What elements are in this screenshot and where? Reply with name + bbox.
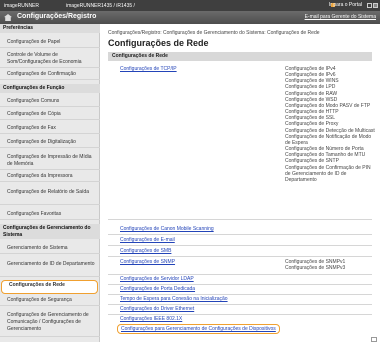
brand-label: imageRUNNER bbox=[4, 3, 40, 9]
snmp-subitems: Configurações de SNMPv1 Configurações de… bbox=[285, 259, 375, 271]
page-header-title: Configurações/Registro bbox=[17, 13, 97, 20]
divider bbox=[108, 304, 372, 305]
divider bbox=[108, 274, 372, 275]
model-label: imageRUNNER1435 / iR1435 / bbox=[66, 3, 135, 9]
sidebar-item[interactable]: Gerenciamento de ID de Departamento bbox=[0, 260, 100, 277]
divider bbox=[108, 256, 372, 257]
divider bbox=[108, 245, 372, 246]
sidebar-item[interactable]: Configurações de Confirmação bbox=[0, 70, 100, 80]
snmp-subitem: Configurações de SNMPv3 bbox=[285, 265, 346, 272]
logout-icon[interactable] bbox=[373, 3, 378, 8]
sidebar-section-heading: Preferências bbox=[0, 24, 100, 33]
ldap-server-link[interactable]: Configurações de Servidor LDAP bbox=[120, 276, 194, 282]
sidebar-item[interactable]: Configurações de Cópia bbox=[0, 110, 100, 120]
dedicated-port-link[interactable]: Configurações de Porta Dedicada bbox=[120, 286, 195, 292]
tcpip-subitem: Configurações de Confirmação de PIN de G… bbox=[285, 164, 371, 183]
tcpip-settings-link[interactable]: Configurações de TCP/IP bbox=[120, 66, 177, 72]
sidebar-item[interactable]: Configurações de Rede bbox=[1, 280, 98, 294]
page-title: Configurações de Rede bbox=[108, 38, 209, 48]
sidebar-item[interactable]: Gerenciamento de Sistema bbox=[0, 244, 100, 254]
snmp-settings-link[interactable]: Configurações de SNMP bbox=[120, 259, 175, 265]
sidebar-item[interactable]: Configurações de Impressão de Mídia de M… bbox=[0, 153, 100, 170]
sidebar-item[interactable]: Configurações de Digitalização bbox=[0, 138, 100, 148]
startup-wait-link[interactable]: Tempo de Espera para Conexão na Iniciali… bbox=[120, 296, 228, 302]
divider bbox=[108, 314, 372, 315]
scroll-top-icon[interactable] bbox=[371, 337, 377, 342]
breadcrumb: Configurações/Registro: Configurações de… bbox=[108, 30, 320, 36]
divider bbox=[108, 234, 372, 235]
sidebar-item[interactable]: Configurações da Impressora bbox=[0, 172, 100, 182]
sidebar-item[interactable]: Configurações de Segurança bbox=[0, 296, 100, 306]
sidebar-item[interactable]: Configurações de Fax bbox=[0, 124, 100, 134]
sidebar-item[interactable]: Configurações de Papel bbox=[0, 38, 100, 48]
ethernet-driver-link[interactable]: Configurações do Driver Ethernet bbox=[120, 306, 194, 312]
main-content: Configurações/Registro: Configurações de… bbox=[108, 24, 377, 342]
tcpip-subitems: Configurações de IPv4 Configurações de IP… bbox=[285, 66, 375, 183]
sidebar-section-heading: Configurações de Gerenciamento do Sistem… bbox=[0, 224, 100, 239]
window-icon[interactable] bbox=[367, 3, 372, 8]
divider bbox=[108, 294, 372, 295]
sidebar-item[interactable]: Controle de Volume de Som/Configurações … bbox=[0, 51, 100, 68]
home-icon[interactable] bbox=[4, 14, 12, 21]
sidebar-item[interactable]: Configurações de Gerenciamento de Comuni… bbox=[0, 311, 100, 337]
device-config-management-link[interactable]: Configurações para Gerenciamento de Conf… bbox=[117, 324, 280, 334]
sidebar-item[interactable]: Configurações Favoritas bbox=[0, 210, 100, 220]
mobile-scanning-link[interactable]: Configurações de Canon Mobile Scanning bbox=[120, 226, 214, 232]
app-window: imageRUNNER imageRUNNER1435 / iR1435 / I… bbox=[0, 0, 380, 342]
ieee8021x-link[interactable]: Configurações IEEE 802.1X bbox=[120, 316, 182, 322]
title-bar: Configurações/Registro E-mail para Geren… bbox=[0, 11, 380, 24]
sidebar: Preferências Configurações de Papel Contro… bbox=[0, 24, 100, 342]
email-admin-link[interactable]: E-mail para Gerente do Sistema bbox=[305, 14, 376, 20]
tcpip-subitem: Configurações de Detecção de Multicast bbox=[285, 127, 375, 134]
portal-link[interactable]: Ir para o Portal bbox=[329, 2, 362, 8]
sidebar-item[interactable]: Configurações de Relatório de Saída bbox=[0, 188, 100, 205]
top-bar: imageRUNNER imageRUNNER1435 / iR1435 / I… bbox=[0, 0, 380, 11]
email-settings-link[interactable]: Configurações de E-mail bbox=[120, 237, 175, 243]
tcpip-subitem: Configurações de Notificação de Modo de … bbox=[285, 133, 372, 146]
section-header: Configurações de Rede bbox=[108, 52, 372, 61]
divider bbox=[108, 284, 372, 285]
sidebar-item[interactable]: Configurações Comuns bbox=[0, 97, 100, 107]
divider bbox=[108, 219, 372, 220]
sidebar-section-heading: Configurações de Função bbox=[0, 84, 100, 93]
smb-settings-link[interactable]: Configurações de SMB bbox=[120, 248, 171, 254]
